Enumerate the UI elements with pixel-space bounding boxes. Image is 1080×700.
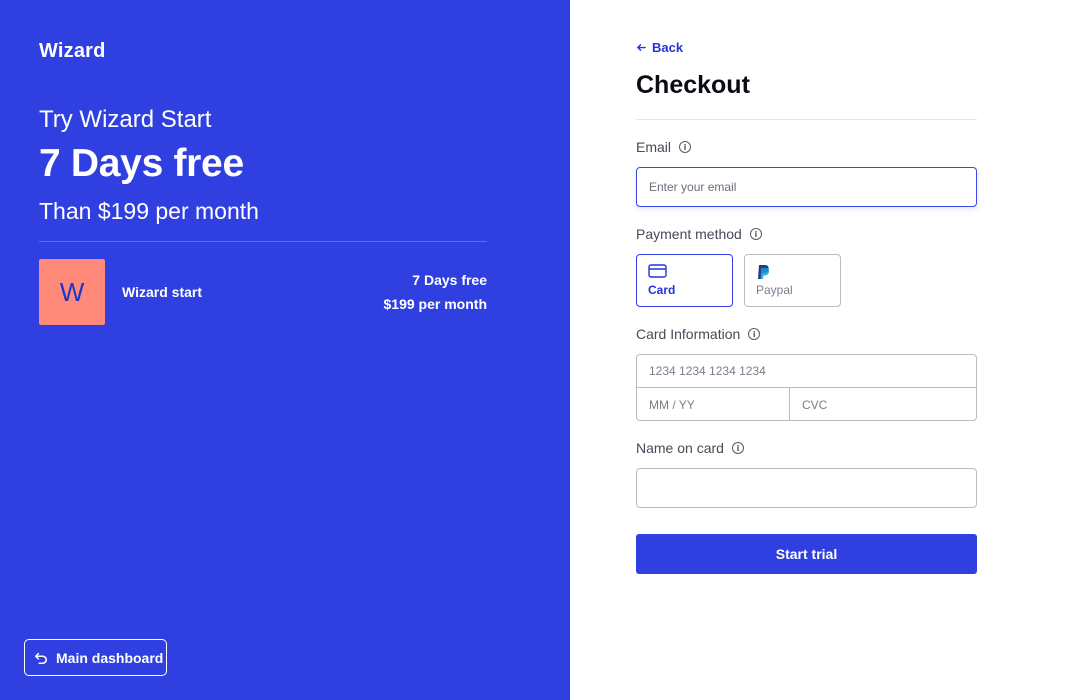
card-info-row: MM / YY CVC <box>637 388 976 420</box>
email-label: Email i <box>636 139 692 155</box>
payment-option-card[interactable]: Card <box>636 254 733 307</box>
paypal-icon <box>758 265 770 279</box>
card-expiry-field[interactable]: MM / YY <box>637 388 790 420</box>
plan-price: $199 per month <box>383 296 487 312</box>
divider <box>636 119 977 120</box>
plan-logo: W <box>39 259 105 325</box>
price-line: Than $199 per month <box>39 198 259 224</box>
main-dashboard-label: Main dashboard <box>56 649 164 666</box>
name-on-card-field[interactable] <box>636 468 977 508</box>
plan-logo-letter: W <box>59 276 85 307</box>
promo-panel: Wizard Try Wizard Start 7 Days free Than… <box>0 0 570 700</box>
arrow-left-icon <box>637 44 646 51</box>
card-info-group: 1234 1234 1234 1234 MM / YY CVC <box>636 354 977 421</box>
offer-title: 7 Days free <box>39 142 244 185</box>
card-info-label-text: Card Information <box>636 326 741 342</box>
payment-option-label: Paypal <box>756 283 793 297</box>
info-icon[interactable]: i <box>749 228 762 240</box>
headline: Try Wizard Start <box>39 106 212 133</box>
page-title: Checkout <box>636 71 750 99</box>
divider <box>39 241 487 242</box>
plan-name: Wizard start <box>122 284 203 300</box>
credit-card-icon <box>648 264 667 278</box>
email-label-text: Email <box>636 139 672 155</box>
payment-method-label-text: Payment method <box>636 226 742 242</box>
card-info-label: Card Information i <box>636 326 761 342</box>
card-cvc-field[interactable]: CVC <box>790 388 976 420</box>
payment-option-paypal[interactable]: Paypal <box>744 254 841 307</box>
payment-option-label: Card <box>648 283 676 297</box>
main-dashboard-button[interactable]: Main dashboard <box>24 639 167 676</box>
name-on-card-label: Name on card i <box>636 440 744 456</box>
undo-arrow-icon <box>34 652 48 664</box>
back-link[interactable]: Back <box>636 40 683 55</box>
back-label: Back <box>652 40 684 55</box>
email-field[interactable] <box>636 167 977 207</box>
info-icon[interactable]: i <box>679 141 692 153</box>
info-icon[interactable]: i <box>731 442 744 454</box>
payment-method-label: Payment method i <box>636 226 762 242</box>
plan-trial: 7 Days free <box>412 272 487 288</box>
card-number-field[interactable]: 1234 1234 1234 1234 <box>637 355 976 388</box>
name-on-card-label-text: Name on card <box>636 440 724 456</box>
info-icon[interactable]: i <box>748 328 761 340</box>
brand-logo: Wizard <box>39 40 106 62</box>
start-trial-button[interactable]: Start trial <box>636 534 977 574</box>
